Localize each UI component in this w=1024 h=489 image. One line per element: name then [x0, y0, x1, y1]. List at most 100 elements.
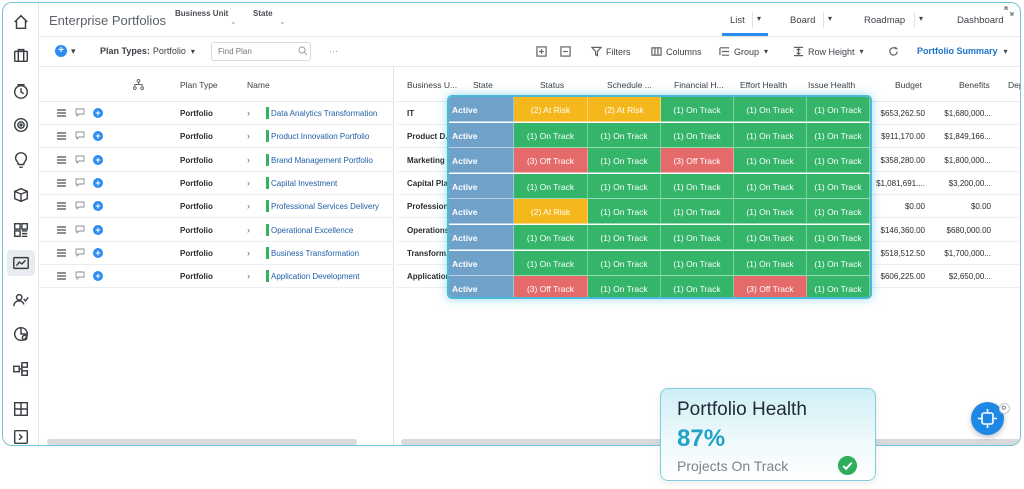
add-child-button[interactable]: + [93, 177, 103, 188]
plan-types-dropdown[interactable]: Plan Types: Portfolio ▾ [100, 46, 195, 56]
table-row[interactable]: + Portfolio › Professional Services Deliver… [39, 195, 394, 219]
find-plan-input[interactable] [211, 42, 311, 61]
drag-handle-icon[interactable] [57, 109, 66, 117]
add-child-button[interactable]: + [93, 224, 103, 235]
columns-button[interactable]: Columns [651, 46, 702, 57]
collapse-all-button[interactable] [560, 46, 575, 57]
state-cell[interactable]: Active [449, 122, 514, 148]
state-cell[interactable]: Active [449, 250, 514, 276]
column-header-status[interactable]: Status [540, 80, 564, 90]
status-cell[interactable]: (2) At Risk [514, 199, 588, 225]
issue-health-cell[interactable]: (1) On Track [807, 250, 870, 276]
drag-handle-icon[interactable] [57, 272, 66, 280]
column-header-issue-health[interactable]: Issue Health [808, 80, 855, 90]
column-header-financial-health[interactable]: Financial H... [674, 80, 724, 90]
column-header-dep[interactable]: Dep [1008, 80, 1020, 90]
plan-name-link[interactable]: Product Innovation Portfolio [271, 132, 369, 141]
comment-icon[interactable] [75, 108, 85, 117]
schedule-health-cell[interactable]: (1) On Track [588, 122, 661, 148]
issue-health-cell[interactable]: (1) On Track [807, 97, 870, 122]
add-child-button[interactable]: + [93, 131, 103, 142]
comment-icon[interactable] [75, 201, 85, 211]
state-cell[interactable]: Active [449, 148, 514, 174]
table-row[interactable]: + Portfolio › Data Analytics Transformation [39, 102, 394, 125]
table-row[interactable]: + Portfolio › Application Development [39, 265, 394, 289]
tab-roadmap[interactable]: Roadmap [864, 15, 905, 26]
add-child-button[interactable]: + [93, 247, 103, 258]
status-cell[interactable]: (1) On Track [514, 122, 588, 148]
add-child-button[interactable]: + [93, 271, 103, 282]
drag-handle-icon[interactable] [57, 155, 66, 164]
effort-health-cell[interactable]: (1) On Track [734, 122, 807, 148]
refresh-button[interactable] [888, 46, 903, 57]
column-header-schedule[interactable]: Schedule ... [607, 80, 652, 90]
schedule-health-cell[interactable]: (2) At Risk [588, 97, 661, 122]
target-icon[interactable] [10, 114, 32, 136]
layout-icon[interactable] [10, 398, 32, 420]
column-header-state[interactable]: State [473, 80, 493, 90]
column-header-plan-type[interactable]: Plan Type [180, 80, 218, 90]
chevron-right-icon[interactable]: › [247, 131, 250, 141]
report-icon[interactable] [7, 250, 35, 276]
column-header-budget[interactable]: Budget [895, 80, 922, 90]
column-header-name[interactable]: Name [247, 80, 270, 90]
status-cell[interactable]: (1) On Track [514, 225, 588, 250]
column-header-benefits[interactable]: Benefits [959, 80, 990, 90]
effort-health-cell[interactable]: (1) On Track [734, 173, 807, 199]
plan-name-link[interactable]: Data Analytics Transformation [271, 109, 377, 118]
plan-name-link[interactable]: Operational Excellence [271, 226, 353, 235]
more-options-icon[interactable]: ··· [329, 46, 338, 56]
financial-health-cell[interactable]: (1) On Track [661, 276, 734, 297]
schedule-health-cell[interactable]: (1) On Track [588, 148, 661, 174]
tab-dashboard[interactable]: Dashboard [957, 15, 1003, 26]
add-child-button[interactable]: + [93, 201, 103, 212]
drag-handle-icon[interactable] [57, 132, 66, 140]
portfolio-summary-button[interactable]: Portfolio Summary ▾ [917, 46, 1008, 56]
chevron-right-icon[interactable]: › [247, 225, 250, 235]
issue-health-cell[interactable]: (1) On Track [807, 276, 870, 297]
users-icon[interactable] [10, 289, 32, 311]
settings-badge-icon[interactable] [999, 403, 1010, 414]
state-filter[interactable]: State ⌄ [253, 9, 286, 26]
effort-health-cell[interactable]: (1) On Track [734, 148, 807, 174]
table-row[interactable]: + Portfolio › Business Transformation [39, 242, 394, 265]
status-cell[interactable]: (3) Off Track [514, 148, 588, 174]
plan-name-link[interactable]: Capital Investment [271, 179, 337, 188]
add-child-button[interactable]: + [93, 154, 103, 165]
search-icon[interactable] [298, 46, 308, 56]
chevron-right-icon[interactable]: › [247, 201, 250, 211]
group-button[interactable]: Group ▾ [719, 46, 768, 57]
hierarchy-icon[interactable] [133, 79, 144, 90]
plan-name-link[interactable]: Business Transformation [271, 249, 359, 258]
row-height-button[interactable]: Row Height ▾ [793, 46, 864, 57]
status-cell[interactable]: (2) At Risk [514, 97, 588, 122]
lightbulb-icon[interactable] [10, 149, 32, 171]
issue-health-cell[interactable]: (1) On Track [807, 199, 870, 225]
horizontal-scrollbar[interactable] [47, 439, 357, 445]
box-icon[interactable] [10, 184, 32, 206]
issue-health-cell[interactable]: (1) On Track [807, 225, 870, 250]
table-row[interactable]: + Portfolio › Product Innovation Portfolio [39, 125, 394, 149]
history-icon[interactable] [10, 80, 32, 102]
state-cell[interactable]: Active [449, 97, 514, 122]
comment-icon[interactable] [75, 178, 85, 187]
financial-health-cell[interactable]: (1) On Track [661, 173, 734, 199]
status-cell[interactable]: (1) On Track [514, 173, 588, 199]
comment-icon[interactable] [75, 155, 85, 164]
status-cell[interactable]: (1) On Track [514, 250, 588, 276]
org-icon[interactable] [10, 358, 32, 380]
column-header-business-unit[interactable]: Business U... [407, 80, 457, 90]
comment-icon[interactable] [75, 248, 85, 257]
issue-health-cell[interactable]: (1) On Track [807, 122, 870, 148]
plan-name-link[interactable]: Application Development [271, 272, 360, 281]
state-cell[interactable]: Active [449, 225, 514, 250]
financial-health-cell[interactable]: (1) On Track [661, 122, 734, 148]
column-header-effort-health[interactable]: Effort Health [740, 80, 787, 90]
drag-handle-icon[interactable] [57, 249, 66, 257]
state-cell[interactable]: Active [449, 276, 514, 297]
state-cell[interactable]: Active [449, 199, 514, 225]
caret-down-icon[interactable]: ▾ [919, 14, 923, 23]
chevron-right-icon[interactable]: › [247, 248, 250, 258]
comment-icon[interactable] [75, 225, 85, 234]
chevron-right-icon[interactable]: › [247, 108, 250, 118]
